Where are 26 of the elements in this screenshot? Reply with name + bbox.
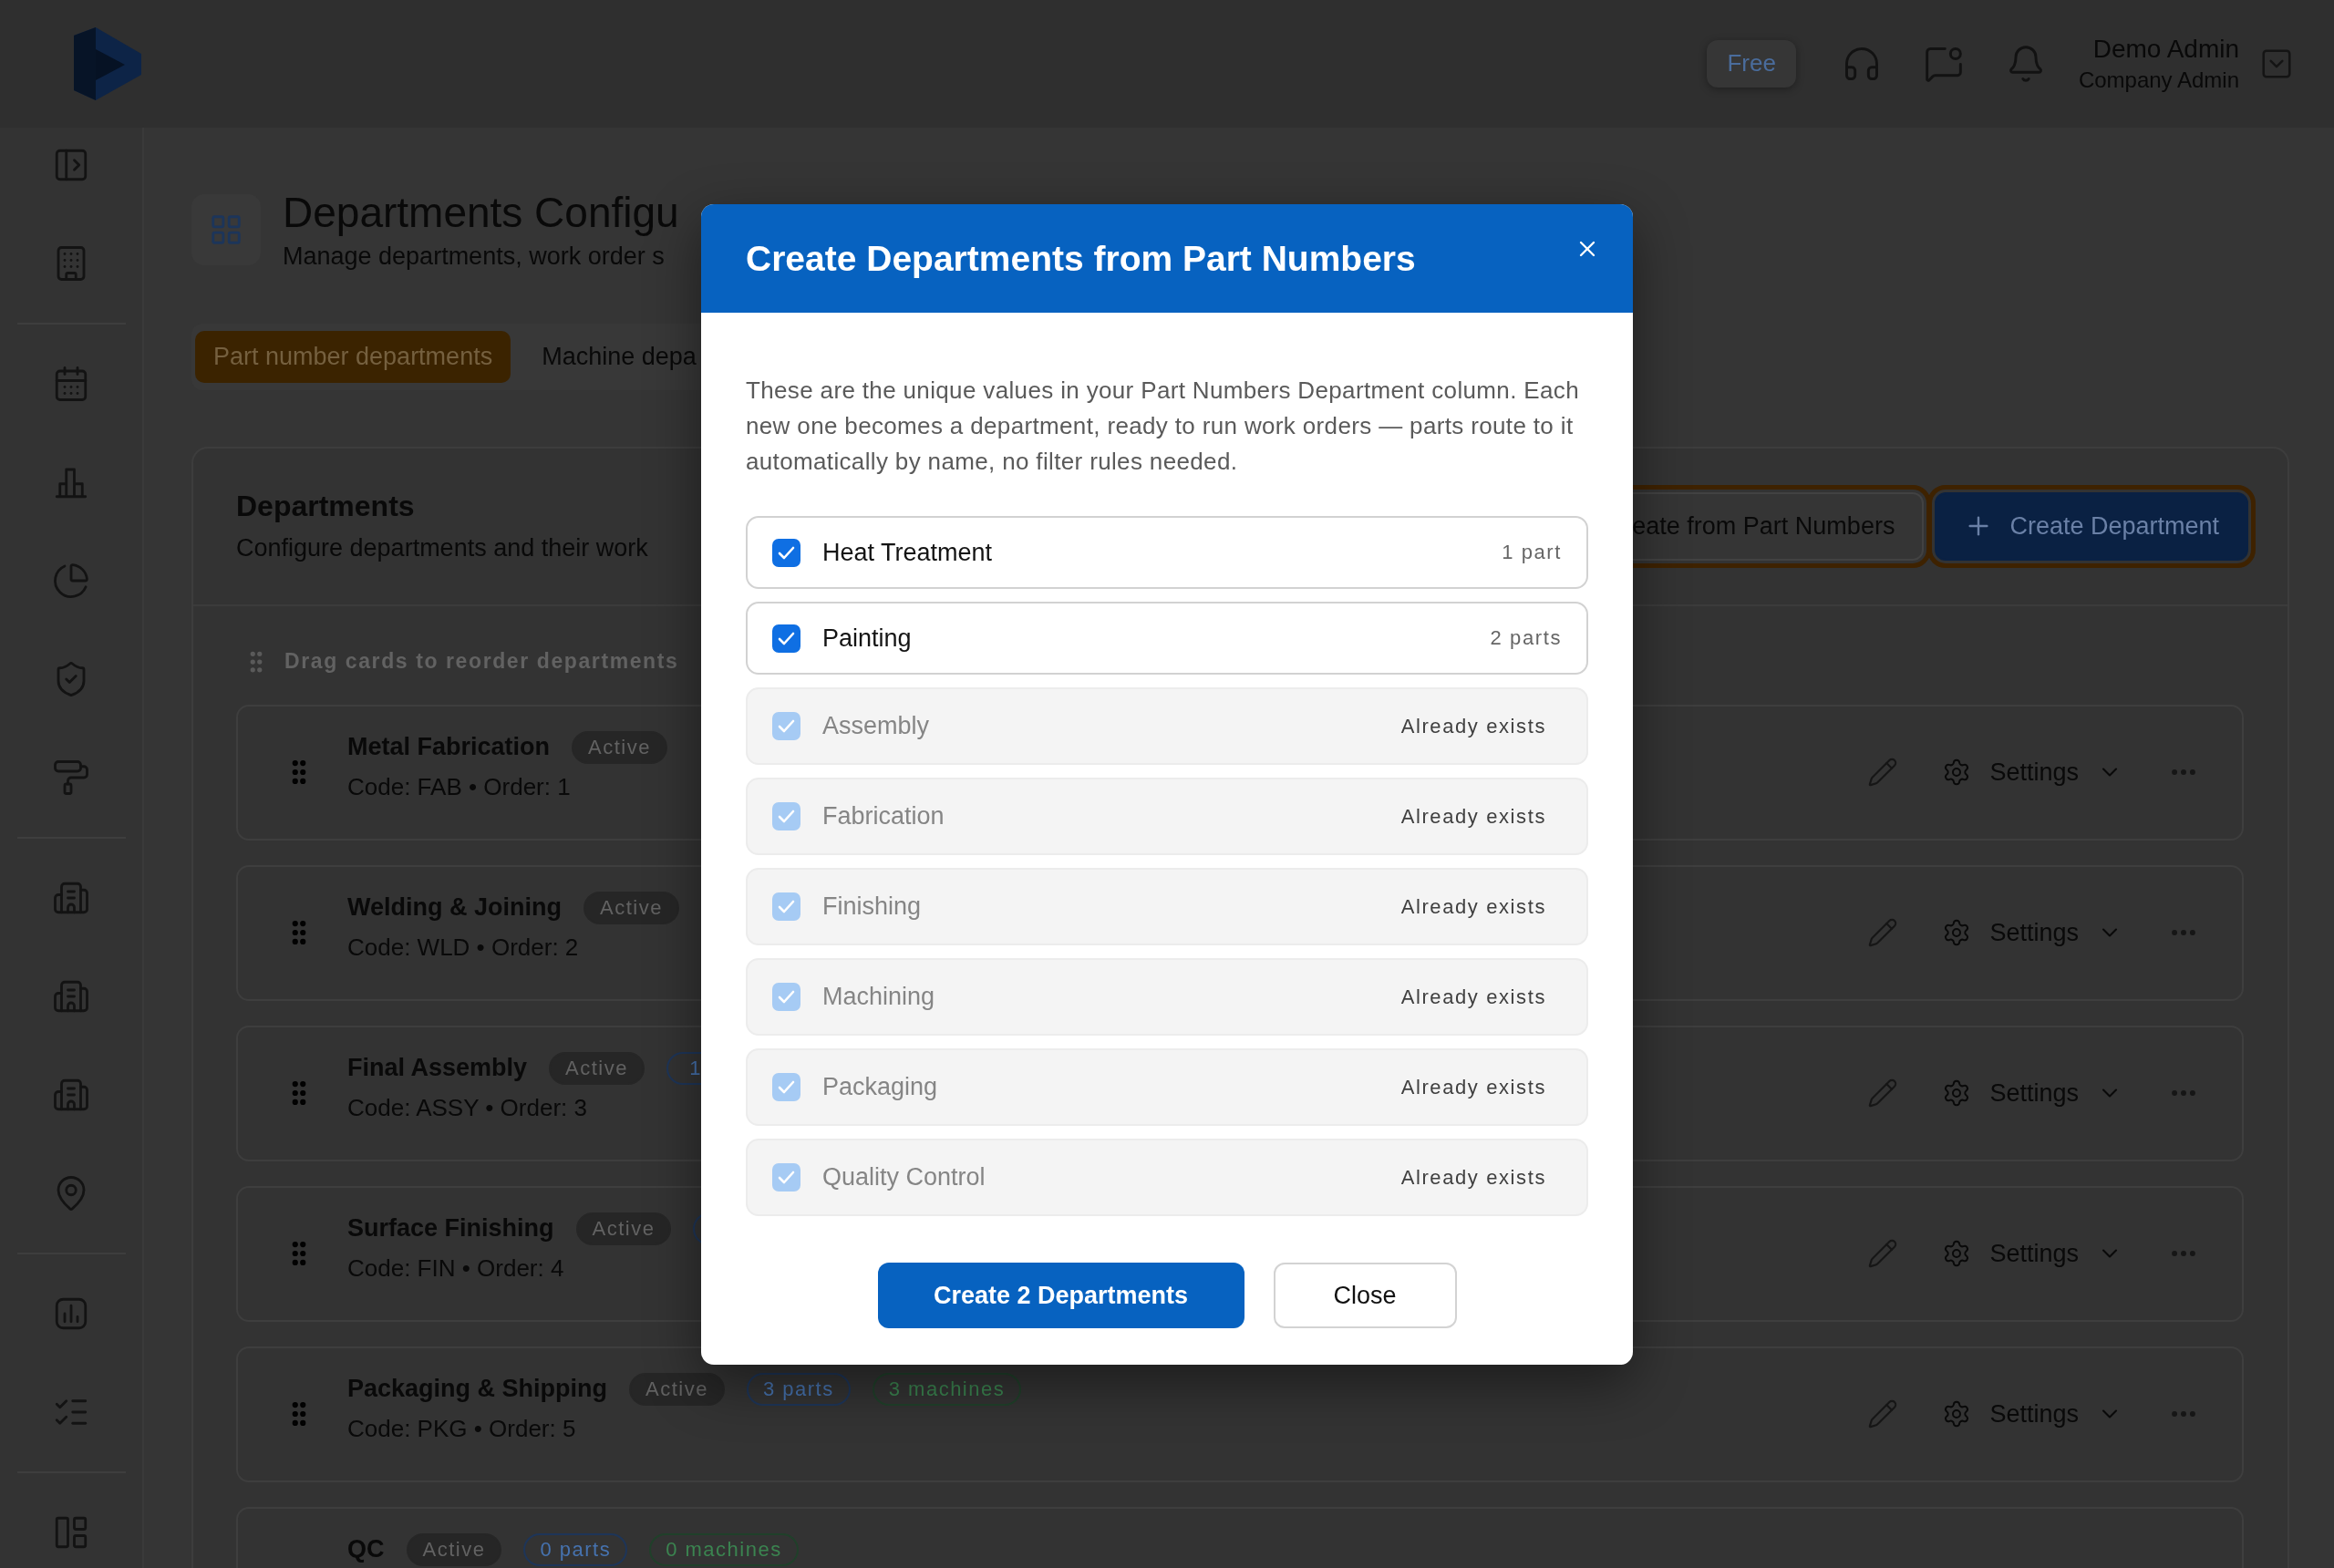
status-badge: Active [549, 1051, 645, 1085]
option-note: Already exists [1400, 1165, 1546, 1190]
machines-badge: 0 machines [649, 1532, 799, 1566]
dialog-title: Create Departments from Part Numbers [746, 238, 1416, 279]
option-note: Already exists [1400, 894, 1546, 919]
option-label: Finishing [822, 892, 922, 921]
option-note: Already exists [1400, 714, 1546, 738]
dialog-description: These are the unique values in your Part Numbers Department column. Each new one becomes a department, ready to run work orders — parts route to it automatically by name, no filter rules needed. [746, 376, 1580, 477]
option-note: 2 parts [1490, 626, 1562, 650]
option-label: Fabrication [822, 802, 945, 830]
parts-badge: 0 parts [523, 1532, 628, 1566]
option-note: Already exists [1400, 1075, 1546, 1099]
status-badge: Active [406, 1532, 502, 1566]
option-label: Heat Treatment [822, 538, 993, 567]
status-badge: Active [629, 1372, 725, 1406]
option-label: Packaging [822, 1073, 938, 1101]
option-note: 1 part [1502, 541, 1562, 564]
status-badge: Active [575, 1212, 672, 1245]
option-note: Already exists [1400, 804, 1546, 829]
option-label: Assembly [822, 712, 930, 740]
machines-badge: 3 machines [872, 1372, 1022, 1406]
option-label: Quality Control [822, 1163, 986, 1191]
status-badge: Active [572, 730, 667, 764]
parts-badge: 3 parts [746, 1372, 851, 1406]
status-badge: Active [584, 891, 679, 924]
option-label: Painting [822, 624, 912, 653]
